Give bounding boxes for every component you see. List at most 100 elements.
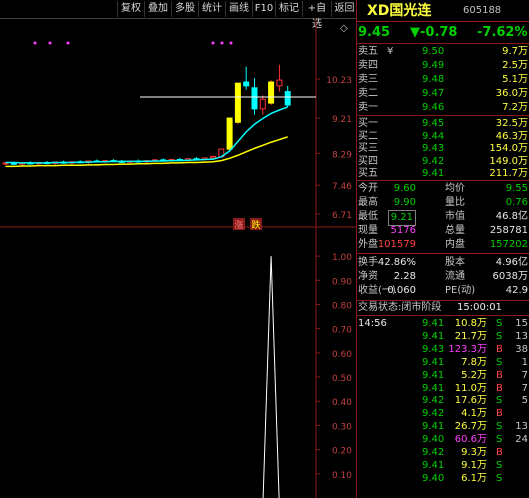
- tick-count: 1: [521, 356, 528, 368]
- divider: [357, 43, 529, 44]
- tick-volume: 5.2万: [461, 369, 487, 381]
- overlay-button[interactable]: 叠加: [144, 1, 171, 17]
- back-button[interactable]: 返回: [331, 1, 357, 17]
- stat-value: 258781: [489, 225, 528, 236]
- ask-row[interactable]: 卖二 9.47 36.0万: [357, 87, 529, 101]
- volume-tick-label: 0.70: [332, 326, 352, 336]
- volume-tick-label: 0.30: [332, 422, 352, 432]
- tick-price: 9.42: [422, 447, 445, 458]
- stat-value: 46.8亿: [495, 211, 528, 222]
- volume-tick-label: 1.00: [332, 253, 352, 263]
- ask-volume: 9.7万: [502, 46, 528, 57]
- tick-side: S: [496, 395, 503, 407]
- tick-time: 14:56: [358, 318, 387, 329]
- ask-price: 9.46: [422, 102, 445, 113]
- ask-row[interactable]: 卖三 9.48 5.1万: [357, 73, 529, 87]
- tick-row: 9.40 6.1万 S: [357, 472, 529, 486]
- tick-side: B: [496, 408, 503, 420]
- stat-row: 净资 2.28 流通 6038万: [357, 270, 529, 284]
- stock-code: 605188: [463, 5, 502, 16]
- stat-value: 0.76: [505, 197, 528, 208]
- tick-price: 9.41: [422, 382, 445, 394]
- multi-stock-button[interactable]: 多股: [171, 1, 198, 17]
- tick-side: S: [496, 356, 503, 368]
- stat-label: 股本: [445, 257, 465, 268]
- tick-count: 38: [515, 343, 528, 355]
- ask-row[interactable]: 卖四 9.49 2.5万: [357, 59, 529, 73]
- volume-tick-label: 0.90: [332, 277, 352, 287]
- f10-button[interactable]: F10: [252, 1, 275, 17]
- stat-label: 最低: [358, 211, 378, 222]
- tick-volume: 11.0万: [454, 382, 487, 394]
- price-tick-label: 6.71: [332, 211, 352, 221]
- ask-label: 卖三: [358, 74, 378, 85]
- tick-row: 9.41 26.7万 S 13: [357, 420, 529, 434]
- signal-marker: [33, 41, 37, 45]
- tick-row: 9.42 9.3万 B: [357, 446, 529, 460]
- tick-volume: 9.3万: [461, 447, 487, 458]
- stat-value: 9.90: [393, 197, 416, 208]
- ask-row[interactable]: 卖五 ¥ 9.50 9.7万: [357, 45, 529, 59]
- tick-count: 13: [515, 421, 528, 433]
- stat-value: 4.96亿: [495, 257, 528, 268]
- tick-price: 9.41: [422, 459, 445, 471]
- ask-price: 9.47: [422, 88, 445, 99]
- stat-row: 今开 9.60 均价 9.55: [357, 182, 529, 196]
- draw-line-button[interactable]: 画线: [225, 1, 252, 17]
- tick-side: B: [496, 343, 503, 355]
- restore-rights-button[interactable]: 复权: [117, 1, 144, 17]
- tick-volume: 21.7万: [454, 330, 487, 342]
- tick-row: 9.41 11.0万 B 7: [357, 382, 529, 396]
- candle-body: [234, 82, 241, 123]
- volume-tick-label: 0.20: [332, 447, 352, 457]
- ask-price: 9.50: [422, 46, 445, 57]
- tick-side: S: [496, 318, 503, 329]
- tick-volume: 123.3万: [448, 343, 487, 355]
- candle-body: [251, 87, 258, 110]
- candle-body: [226, 117, 233, 150]
- tick-price: 9.41: [422, 421, 445, 433]
- add-watchlist-button[interactable]: +自选: [302, 1, 331, 30]
- tick-price: 9.41: [422, 318, 445, 329]
- tick-count: 5: [521, 395, 528, 407]
- stat-value: 6038万: [492, 271, 528, 282]
- stat-label: 量比: [445, 197, 465, 208]
- chart-toolbar: 复权 叠加 多股 统计 画线 F10 标记 +自选 返回: [0, 0, 357, 30]
- stock-name: XD国光连: [367, 3, 432, 19]
- candle-body: [10, 162, 17, 165]
- tick-price: 9.40: [422, 472, 445, 484]
- mark-button[interactable]: 标记: [275, 1, 302, 17]
- tick-volume: 26.7万: [454, 421, 487, 433]
- signal-marker: [229, 41, 233, 45]
- stat-value: 5176: [390, 225, 416, 236]
- stat-label: 最高: [358, 197, 378, 208]
- tick-row: 9.41 9.1万 S: [357, 459, 529, 473]
- volume-tick-label: 0.50: [332, 374, 352, 384]
- statistics-button[interactable]: 统计: [198, 1, 225, 17]
- tick-price: 9.41: [422, 369, 445, 381]
- tick-volume: 60.6万: [454, 434, 487, 446]
- price-tick-label: 9.21: [332, 115, 352, 125]
- stat-label: 外盘: [358, 239, 378, 250]
- tick-count: 15: [515, 318, 528, 329]
- stat-label: PE(动): [445, 285, 476, 296]
- kline-chart[interactable]: 10.23 9.21 8.29 7.46 6.71 ◇ 涨 跌 1.00 0.90 0.80 0.70…: [0, 19, 356, 498]
- ask-row[interactable]: 卖一 9.46 7.2万: [357, 101, 529, 115]
- stat-label: 均价: [445, 183, 465, 194]
- candle-body: [268, 81, 275, 104]
- tick-volume: 7.8万: [461, 356, 487, 368]
- tick-side: S: [496, 472, 503, 484]
- tick-row: 9.42 4.1万 B: [357, 407, 529, 421]
- tick-side: S: [496, 459, 503, 471]
- volume-tick-label: 0.60: [332, 350, 352, 360]
- price-line: 9.45 ▼-0.78 -7.62%: [357, 25, 529, 41]
- price-tick-label: 8.29: [332, 150, 352, 160]
- stat-label: 今开: [358, 183, 378, 194]
- tick-volume: 17.6万: [454, 395, 487, 407]
- stat-label: 换手: [358, 257, 378, 268]
- tick-price: 9.40: [422, 434, 445, 446]
- status-label: 交易状态:闭市阶段: [358, 302, 442, 313]
- tick-side: S: [496, 421, 503, 433]
- diamond-icon[interactable]: ◇: [340, 23, 348, 34]
- tick-volume: 6.1万: [461, 472, 487, 484]
